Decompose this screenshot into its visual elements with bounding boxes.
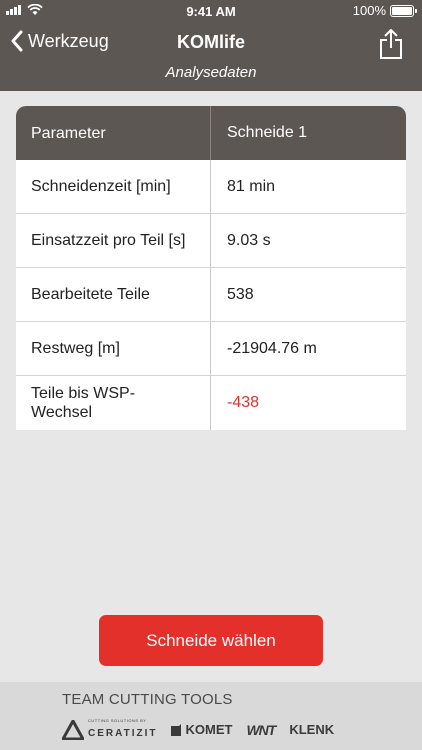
table-row: Teile bis WSP-Wechsel -438 bbox=[16, 376, 406, 430]
footer-heading: TEAM CUTTING TOOLS bbox=[62, 691, 233, 708]
battery-percent: 100% bbox=[352, 3, 386, 18]
row-value: 9.03 s bbox=[227, 231, 271, 249]
back-button-label: Werkzeug bbox=[28, 30, 109, 51]
row-value: -21904.76 m bbox=[227, 339, 317, 357]
row-label: Einsatzzeit pro Teil [s] bbox=[16, 214, 211, 267]
wnt-logo: WNT bbox=[246, 721, 276, 738]
share-icon[interactable] bbox=[378, 28, 404, 60]
row-label: Restweg [m] bbox=[16, 322, 211, 375]
ceratizit-triangle-icon bbox=[62, 719, 84, 740]
komet-mark-icon bbox=[171, 723, 182, 736]
komet-logo: KOMET bbox=[171, 722, 232, 737]
page-subtitle: Analysedaten bbox=[165, 64, 257, 81]
analysis-table: Parameter Schneide 1 Schneidenzeit [min]… bbox=[16, 106, 406, 430]
battery-icon bbox=[390, 4, 417, 17]
table-header-row: Parameter Schneide 1 bbox=[16, 106, 406, 160]
klenk-logo: KLENK bbox=[289, 722, 335, 737]
row-value: 538 bbox=[227, 285, 254, 303]
column-header-parameter: Parameter bbox=[16, 106, 211, 160]
ceratizit-logo: CUTTING SOLUTIONS BY CERATIZIT bbox=[62, 718, 157, 741]
table-row: Schneidenzeit [min] 81 min bbox=[16, 160, 406, 214]
status-bar: 9:41 AM 100% bbox=[0, 0, 422, 22]
row-value: 81 min bbox=[227, 177, 276, 195]
row-label: Teile bis WSP-Wechsel bbox=[16, 376, 211, 430]
brand-logos: CUTTING SOLUTIONS BY CERATIZIT KOMET WNT… bbox=[62, 718, 334, 741]
table-row: Restweg [m] -21904.76 m bbox=[16, 322, 406, 376]
row-value-negative: -438 bbox=[227, 394, 260, 411]
table-row: Bearbeitete Teile 538 bbox=[16, 268, 406, 322]
column-header-schneide: Schneide 1 bbox=[227, 124, 308, 141]
back-button[interactable]: Werkzeug bbox=[10, 30, 109, 52]
footer-brand-bar: TEAM CUTTING TOOLS CUTTING SOLUTIONS BY … bbox=[0, 682, 422, 750]
row-label: Schneidenzeit [min] bbox=[16, 160, 211, 213]
table-row: Einsatzzeit pro Teil [s] 9.03 s bbox=[16, 214, 406, 268]
row-label: Bearbeitete Teile bbox=[16, 268, 211, 321]
select-cutting-edge-button[interactable]: Schneide wählen bbox=[99, 615, 323, 666]
navigation-header: 9:41 AM 100% Werkzeug KOMlife Analysedat… bbox=[0, 0, 422, 91]
chevron-left-icon bbox=[11, 30, 23, 52]
